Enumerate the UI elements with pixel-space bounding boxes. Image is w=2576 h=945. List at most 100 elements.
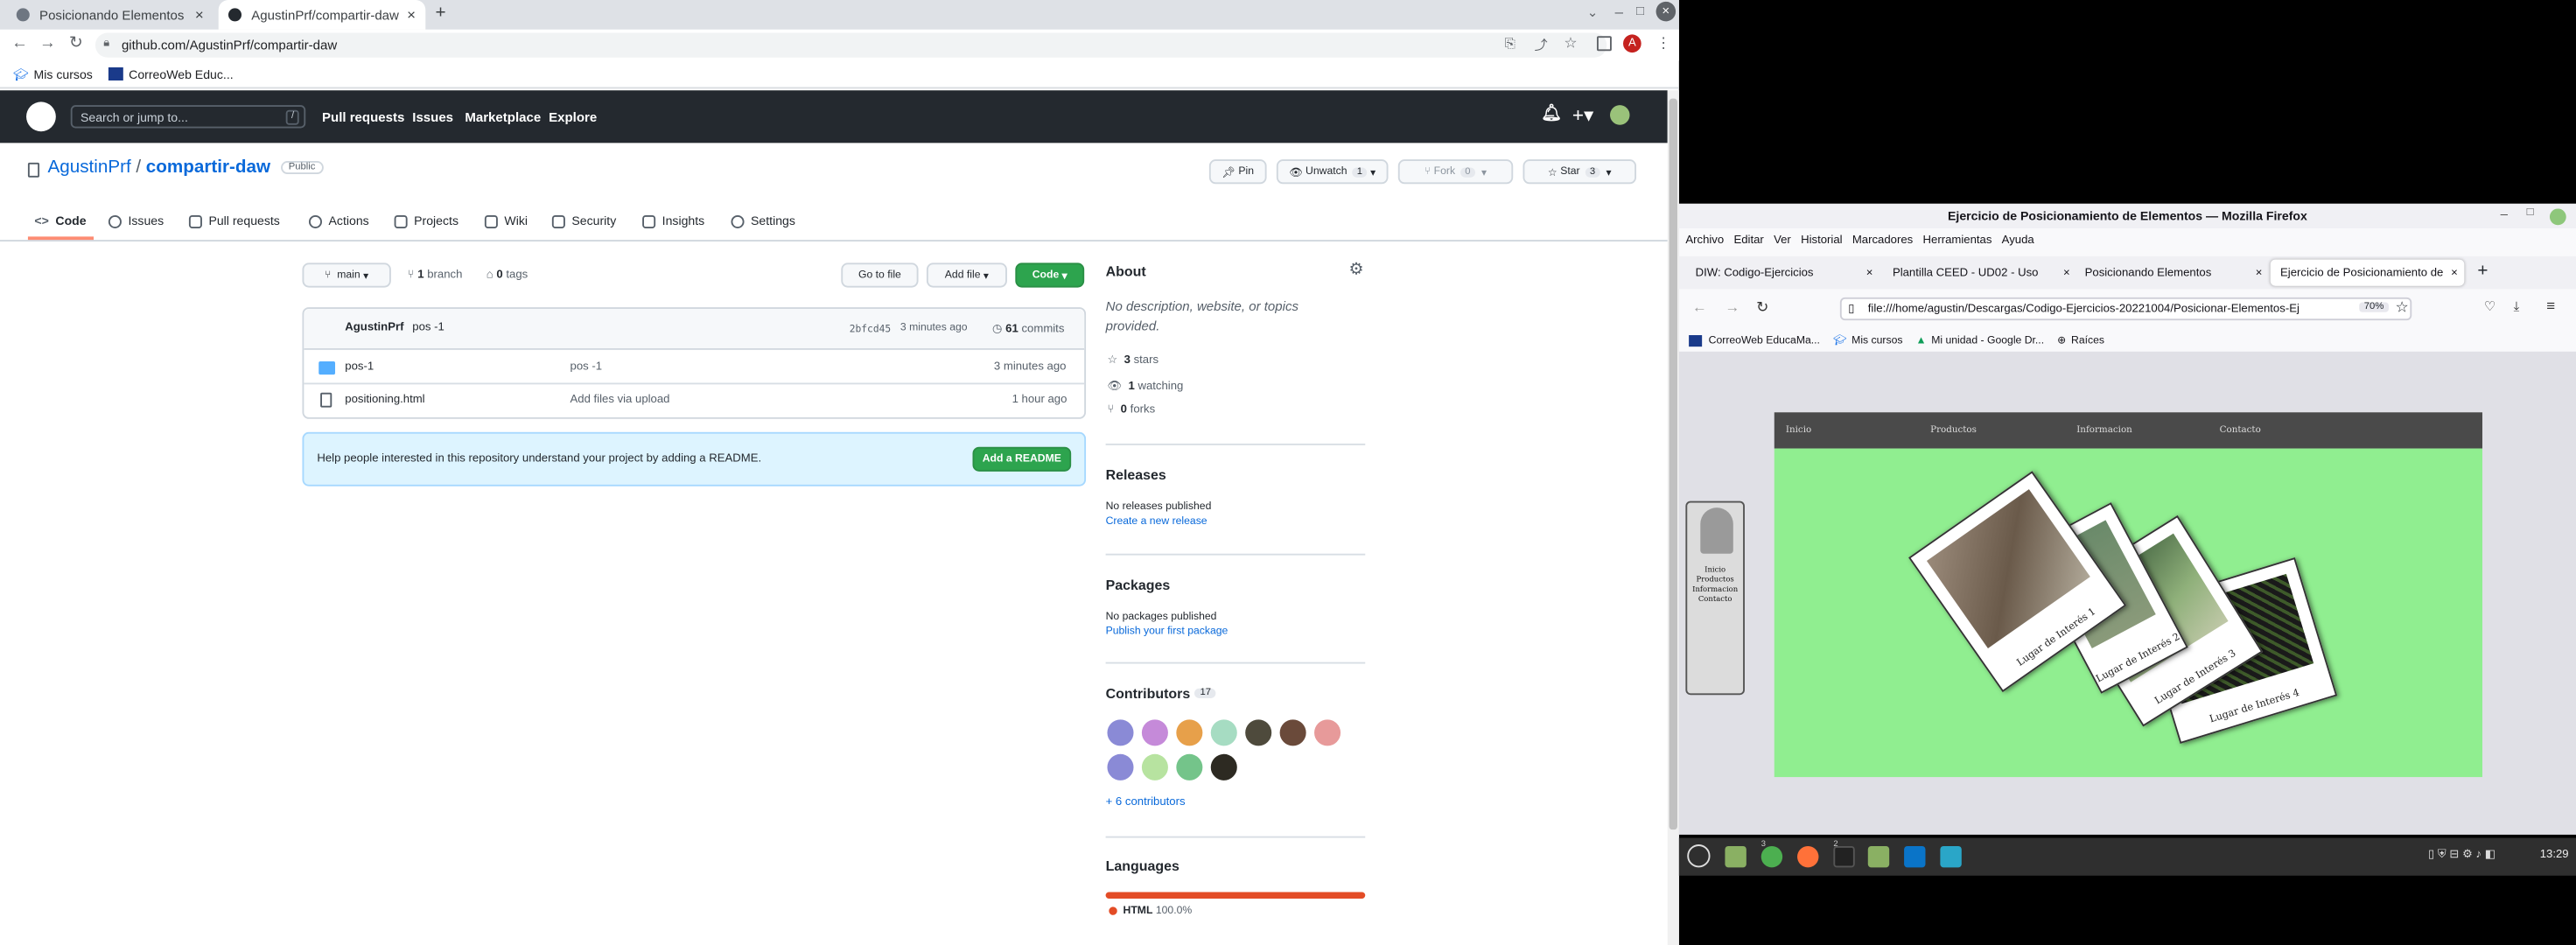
new-tab-button[interactable]: + [2477,262,2488,282]
system-tray-icons[interactable]: ▯ ⛨ ⊟ ⚙ ♪ ◧ [2428,848,2496,863]
packages-heading[interactable]: Packages [1106,577,1171,593]
back-arrow-icon[interactable]: ← [1692,299,1707,316]
branches-link[interactable]: ⑂ 1 branch [408,270,463,281]
fork-button[interactable]: ⑂ Fork 0 ▾ [1397,159,1514,185]
site-nav-inicio[interactable]: Inicio [1786,425,1811,435]
hamburger-menu-icon[interactable]: ≡ [2546,298,2555,314]
repo-owner-link[interactable]: AgustinPrf [47,158,130,178]
clock[interactable]: 13:29 [2540,850,2569,861]
branch-select[interactable]: ⑂ main ▾ [302,262,391,288]
maximize-icon[interactable]: □ [1636,4,1644,18]
download-icon[interactable]: ⤓ [2514,299,2520,316]
search-input[interactable]: Search or jump to... / [70,105,306,129]
scrollbar-thumb[interactable] [1669,98,1677,830]
contributor-avatar[interactable] [1141,719,1168,746]
forks-link[interactable]: ⑂ 0 forks [1107,404,1155,416]
vscode-icon[interactable] [1904,845,1926,868]
chevron-down-icon[interactable]: ⌄ [1587,5,1599,20]
firefox-tab-posicionando[interactable]: Posicionando Elementos × [2075,260,2269,286]
commit-author[interactable]: AgustinPrf [345,322,403,333]
table-row[interactable]: positioning.html Add files via upload 1 … [304,384,1084,417]
sidebar-item-contacto[interactable]: Contacto [1687,597,1743,606]
watching-link[interactable]: 👁︎ 1 watching [1107,380,1183,393]
minimize-icon[interactable]: – [1615,4,1623,20]
bookmark-google-drive[interactable]: Mi unidad - Google Dr... [1931,334,2044,346]
table-row[interactable]: pos-1 pos -1 3 minutes ago [304,352,1085,385]
publish-package-link[interactable]: Publish your first package [1106,626,1228,637]
firefox-icon[interactable] [1797,845,1819,868]
contributor-avatar[interactable] [1176,719,1203,746]
tab-code[interactable]: <> Code [34,214,86,228]
more-contributors-link[interactable]: + 6 contributors [1106,797,1186,808]
contributor-avatar[interactable] [1210,753,1237,780]
star-button[interactable]: ☆ Star 3 ▾ [1522,159,1637,185]
reload-icon[interactable]: ↻ [1756,299,1768,318]
nav-issues[interactable]: Issues [412,110,453,125]
bell-icon[interactable]: 🔔︎ [1541,105,1562,123]
nav-explore[interactable]: Explore [549,110,597,125]
file-commit-message[interactable]: Add files via upload [570,395,670,406]
translate-icon[interactable]: ⎘ [1505,36,1516,52]
chrome-address-bar[interactable]: 🔒︎ github.com/AgustinPrf/compartir-daw ⎘… [94,32,1607,58]
menu-historial[interactable]: Historial [1801,234,1842,246]
add-readme-button[interactable]: Add a README [972,446,1072,472]
close-tab-icon[interactable]: × [407,7,416,24]
close-tab-icon[interactable]: × [2256,267,2269,278]
minimize-icon[interactable]: – [2501,207,2508,222]
firefox-address-bar[interactable]: ▯ file:///home/agustin/Descargas/Codigo-… [1839,297,2412,321]
menu-ver[interactable]: Ver [1774,234,1791,246]
sidebar-item-informacion[interactable]: Informacion [1687,586,1743,596]
close-tab-icon[interactable]: × [2451,267,2464,278]
contributor-avatar[interactable] [1176,753,1203,780]
sidebar-item-inicio[interactable]: Inicio [1687,567,1743,577]
menu-ayuda[interactable]: Ayuda [2002,234,2034,246]
tab-security[interactable]: Security [551,214,616,228]
bookmark-mis-cursos[interactable]: Mis cursos [34,66,93,81]
unwatch-button[interactable]: 👁︎ Unwatch 1 ▾ [1276,159,1389,185]
share-icon[interactable]: ⤴ [1535,36,1548,54]
menu-archivo[interactable]: Archivo [1685,234,1724,246]
nav-pull-requests[interactable]: Pull requests [322,110,404,125]
commits-link[interactable]: ◷ 61 commits [992,322,1064,335]
contributor-avatar[interactable] [1107,719,1134,746]
bookmark-star-icon[interactable]: ☆ [2395,299,2408,318]
add-file-button[interactable]: Add file ▾ [926,262,1007,288]
tab-issues[interactable]: Issues [108,214,164,228]
close-window-icon[interactable] [2549,208,2566,226]
pocket-icon[interactable]: ♡ [2484,299,2496,314]
contributor-avatar[interactable] [1141,753,1168,780]
zoom-indicator[interactable]: 70% [2359,302,2389,312]
github-logo-icon[interactable] [26,102,56,132]
contributor-avatar[interactable] [1107,753,1134,780]
create-release-link[interactable]: Create a new release [1106,516,1208,528]
file-name[interactable]: pos-1 [345,361,374,373]
file-name[interactable]: positioning.html [345,395,424,406]
stars-link[interactable]: ☆ 3 stars [1107,354,1158,367]
bookmark-correoweb[interactable]: CorreoWeb EducaMa... [1709,334,1820,346]
contributor-avatar[interactable] [1279,719,1306,746]
site-nav-informacion[interactable]: Informacion [2076,425,2132,435]
tab-settings[interactable]: Settings [731,214,795,228]
go-to-file-button[interactable]: Go to file [841,262,919,288]
plus-icon[interactable]: +▾ [1572,103,1593,126]
chrome-tab-github[interactable]: AgustinPrf/compartir-daw × [218,0,426,30]
app-icon[interactable] [1940,845,1962,868]
user-avatar[interactable] [1610,105,1630,125]
tab-pull-requests[interactable]: Pull requests [188,214,280,228]
back-arrow-icon[interactable]: ← [11,34,28,52]
repo-name-link[interactable]: compartir-daw [146,158,270,178]
contributor-avatar[interactable] [1314,719,1341,746]
files-icon[interactable] [1725,845,1746,868]
forward-arrow-icon[interactable]: → [1725,299,1740,316]
maximize-icon[interactable]: □ [2527,207,2534,219]
chrome-tab-posicionando[interactable]: Posicionando Elementos × [7,0,214,30]
commit-message[interactable]: pos -1 [412,322,444,333]
close-window-icon[interactable]: × [1656,1,1676,22]
contributor-avatar[interactable] [1245,719,1272,746]
menu-editar[interactable]: Editar [1733,234,1763,246]
nav-marketplace[interactable]: Marketplace [465,110,541,125]
releases-heading[interactable]: Releases [1106,466,1166,483]
bookmark-raices[interactable]: Raíces [2071,334,2104,346]
side-panel-icon[interactable] [1596,36,1612,52]
tab-actions[interactable]: Actions [308,214,369,228]
